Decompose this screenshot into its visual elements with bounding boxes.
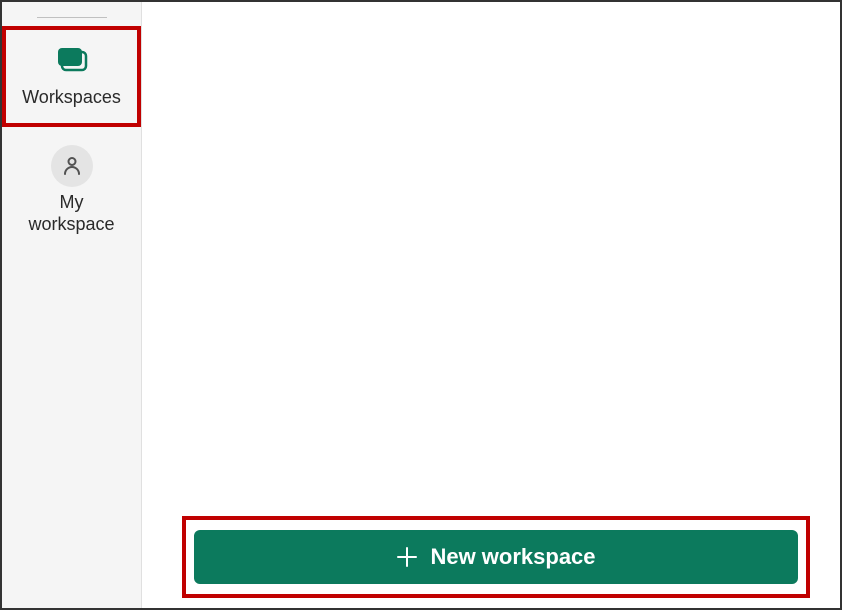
sidebar-item-my-workspace[interactable]: My workspace (2, 141, 141, 250)
sidebar-item-label: Workspaces (22, 86, 121, 109)
sidebar: Workspaces My workspace (2, 2, 142, 608)
plus-icon (396, 546, 418, 568)
main-content: New workspace (142, 2, 840, 608)
highlight-frame: New workspace (182, 516, 810, 598)
person-icon (51, 149, 93, 183)
sidebar-item-workspaces[interactable]: Workspaces (2, 26, 141, 127)
new-workspace-label: New workspace (430, 544, 595, 570)
sidebar-divider (37, 17, 107, 18)
workspaces-icon (52, 44, 92, 78)
new-workspace-button[interactable]: New workspace (194, 530, 798, 584)
sidebar-item-label: My workspace (28, 191, 114, 236)
